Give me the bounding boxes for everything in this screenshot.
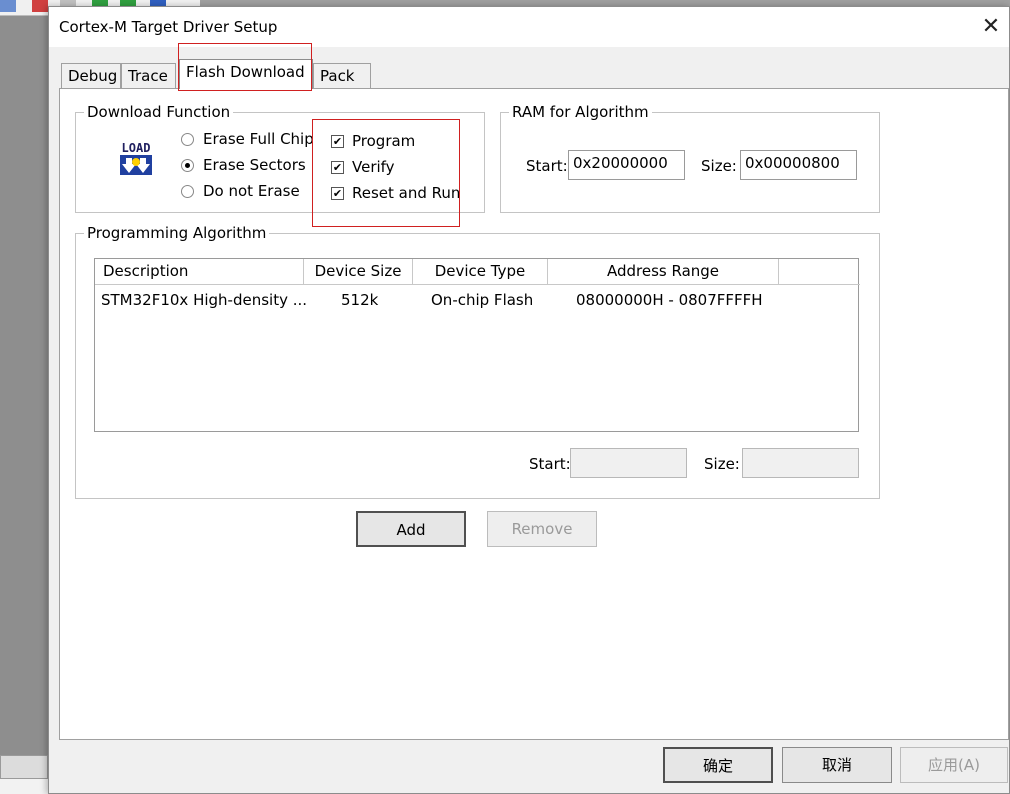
- algorithm-list[interactable]: Description Device Size Device Type Addr…: [94, 258, 860, 432]
- tab-debug[interactable]: Debug: [61, 63, 121, 89]
- flash-download-panel: Download Function LOAD Erase Full Chip E…: [59, 88, 1009, 740]
- radio-erase-sectors[interactable]: Erase Sectors: [181, 156, 306, 174]
- remove-button[interactable]: Remove: [487, 511, 597, 547]
- radio-circle[interactable]: [181, 132, 194, 146]
- algorithm-size-input[interactable]: [742, 448, 859, 478]
- ok-button[interactable]: 确定: [663, 747, 773, 783]
- load-icon-text: LOAD: [122, 141, 151, 155]
- tab-highlight-box: [178, 43, 312, 91]
- column-empty: [779, 259, 860, 285]
- tab-label: Pack: [320, 67, 355, 85]
- group-legend: RAM for Algorithm: [512, 103, 649, 121]
- tab-trace[interactable]: Trace: [121, 63, 176, 89]
- tab-label: Trace: [128, 67, 168, 85]
- column-device-type[interactable]: Device Type: [413, 259, 548, 285]
- ram-size-label: Size:: [701, 157, 737, 175]
- toolbar-icon: [0, 0, 16, 12]
- radio-label: Erase Full Chip: [203, 130, 314, 148]
- close-icon[interactable]: ✕: [977, 13, 1005, 41]
- toolbar-icon: [32, 0, 48, 12]
- load-icon: LOAD: [116, 138, 156, 178]
- background-panel: [0, 755, 48, 779]
- column-device-size[interactable]: Device Size: [304, 259, 413, 285]
- checkbox-highlight-box: [312, 119, 460, 227]
- cancel-button[interactable]: 取消: [782, 747, 892, 783]
- algorithm-start-input[interactable]: [570, 448, 687, 478]
- ram-start-input[interactable]: 0x20000000: [568, 150, 685, 180]
- radio-circle[interactable]: [181, 158, 194, 172]
- ram-size-input[interactable]: 0x00000800: [740, 150, 857, 180]
- algorithm-size-label: Size:: [704, 455, 740, 473]
- column-address-range[interactable]: Address Range: [548, 259, 779, 285]
- algorithm-start-label: Start:: [529, 455, 571, 473]
- target-driver-dialog: Cortex-M Target Driver Setup ✕ Debug Tra…: [48, 6, 1010, 794]
- tab-pack[interactable]: Pack: [313, 63, 371, 89]
- cell-address-range: 08000000H - 0807FFFFH: [576, 291, 763, 309]
- tab-label: Debug: [68, 67, 118, 85]
- list-header: Description Device Size Device Type Addr…: [95, 259, 860, 285]
- title-bar: Cortex-M Target Driver Setup ✕: [49, 7, 1009, 47]
- background-window: [0, 0, 48, 794]
- apply-button[interactable]: 应用(A): [900, 747, 1008, 783]
- ram-start-label: Start:: [526, 157, 568, 175]
- radio-circle[interactable]: [181, 184, 194, 198]
- radio-label: Erase Sectors: [203, 156, 306, 174]
- cell-device-type: On-chip Flash: [431, 291, 534, 309]
- column-description[interactable]: Description: [95, 259, 304, 285]
- radio-label: Do not Erase: [203, 182, 300, 200]
- background-panel: [0, 779, 48, 794]
- radio-erase-full-chip[interactable]: Erase Full Chip: [181, 130, 314, 148]
- cell-device-size: 512k: [341, 291, 379, 309]
- group-legend: Programming Algorithm: [87, 224, 267, 242]
- radio-do-not-erase[interactable]: Do not Erase: [181, 182, 300, 200]
- cell-description: STM32F10x High-density ...: [101, 291, 308, 309]
- window-title: Cortex-M Target Driver Setup: [59, 18, 278, 36]
- add-button[interactable]: Add: [356, 511, 466, 547]
- group-legend: Download Function: [87, 103, 231, 121]
